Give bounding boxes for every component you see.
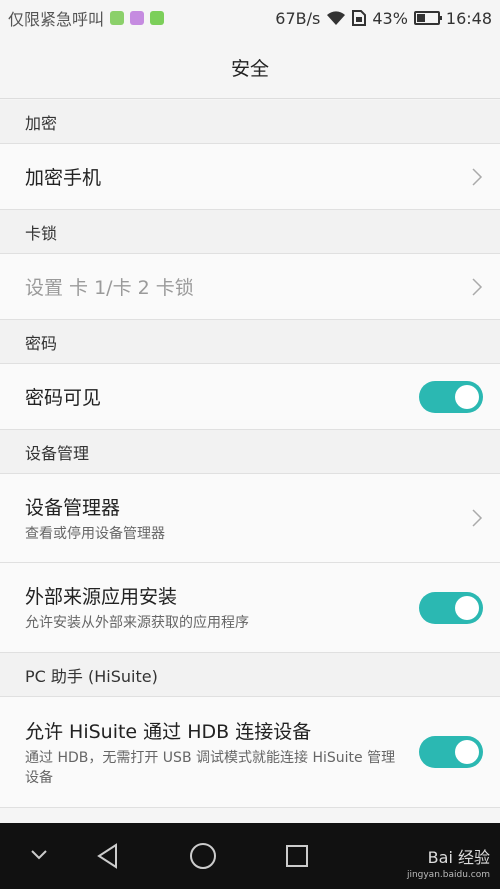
status-bar: 仅限紧急呼叫 67B/s 43% 16:48: [0, 0, 500, 36]
chevron-right-icon: [472, 509, 483, 527]
sim-icon: [352, 10, 367, 26]
carrier-text: 仅限紧急呼叫: [8, 10, 105, 29]
watermark-url: jingyan.baidu.com: [406, 870, 490, 880]
item-title: 设置 卡 1/卡 2 卡锁: [25, 277, 194, 299]
net-speed: 67B/s: [275, 8, 321, 28]
battery-icon: [413, 11, 442, 25]
section-label: 密码: [25, 333, 58, 353]
wifi-icon: [327, 11, 346, 25]
section-label: PC 助手 (HiSuite): [25, 666, 158, 686]
recents-icon[interactable]: [285, 844, 309, 868]
section-header-sim-lock: 卡锁: [0, 210, 500, 254]
device-managers-item[interactable]: 设备管理器 查看或停用设备管理器: [0, 474, 500, 563]
section-label: 设备管理: [25, 443, 90, 463]
watermark-brand: Bai 经验: [427, 848, 490, 867]
battery-percent: 43%: [372, 8, 408, 28]
clock: 16:48: [445, 8, 492, 28]
baidu-watermark: Bai 经验 jingyan.baidu.com: [407, 844, 490, 880]
app-notification-icon: [110, 11, 125, 25]
toggle-knob: [455, 740, 479, 764]
item-subtitle: 通过 HDB，无需打开 USB 调试模式就能连接 HiSuite 管理设备: [25, 749, 396, 786]
chevron-right-icon: [472, 277, 483, 296]
encrypt-phone-item[interactable]: 加密手机: [0, 144, 500, 210]
section-header-encryption: 加密: [0, 100, 500, 144]
sim-lock-setup-item[interactable]: 设置 卡 1/卡 2 卡锁: [0, 254, 500, 320]
section-header-password: 密码: [0, 320, 500, 364]
hisuite-hdb-item[interactable]: 允许 HiSuite 通过 HDB 连接设备 通过 HDB，无需打开 USB 调…: [0, 697, 500, 808]
chevron-down-icon[interactable]: [30, 849, 48, 861]
section-label: 卡锁: [25, 223, 58, 243]
section-label: 加密: [25, 113, 58, 133]
page-title: 安全: [230, 57, 269, 80]
item-subtitle: 允许安装从外部来源获取的应用程序: [25, 615, 249, 631]
page-title-bar: 安全: [0, 36, 500, 99]
item-title: 密码可见: [25, 387, 102, 409]
unknown-sources-item[interactable]: 外部来源应用安装 允许安装从外部来源获取的应用程序: [0, 563, 500, 653]
chat-notification-icon: [150, 11, 165, 25]
section-header-device-management: 设备管理: [0, 430, 500, 474]
gallery-notification-icon: [130, 11, 145, 25]
back-icon[interactable]: [96, 843, 120, 869]
toggle-knob: [455, 384, 479, 409]
home-icon[interactable]: [189, 842, 217, 870]
toggle-knob: [455, 595, 479, 620]
password-visible-toggle[interactable]: [419, 380, 483, 413]
item-title: 加密手机: [25, 167, 102, 189]
hisuite-hdb-toggle[interactable]: [419, 736, 483, 768]
password-visible-item[interactable]: 密码可见: [0, 364, 500, 430]
item-title: 设备管理器: [25, 496, 121, 519]
status-left: 仅限紧急呼叫: [8, 6, 165, 30]
section-header-pc-assistant: PC 助手 (HiSuite): [0, 653, 500, 697]
status-right: 67B/s 43% 16:48: [275, 9, 492, 28]
item-title: 允许 HiSuite 通过 HDB 连接设备: [25, 720, 312, 743]
unknown-sources-toggle[interactable]: [419, 591, 483, 624]
item-title: 外部来源应用安装: [25, 586, 178, 608]
chevron-right-icon: [472, 167, 483, 186]
item-subtitle: 查看或停用设备管理器: [25, 525, 165, 542]
